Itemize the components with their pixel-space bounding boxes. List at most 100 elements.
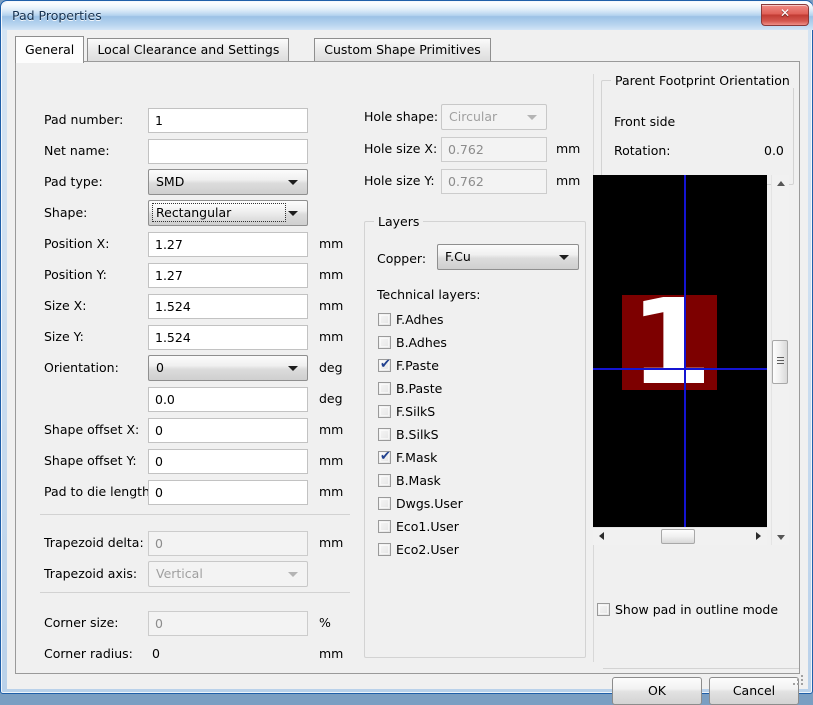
technical-layer-label: B.Mask [396,473,441,488]
arrow-down-icon [777,535,785,540]
scroll-right-button[interactable] [750,528,767,545]
field-unit: mm [319,646,344,661]
checkbox-box [378,336,391,349]
checkbox-box [378,474,391,487]
field-select-value: Rectangular [152,203,286,222]
field-label: Pad number: [44,112,124,127]
field-input[interactable]: 0 [148,480,308,505]
checkbox-box [378,313,391,326]
resize-grip[interactable] [792,674,804,686]
field-select: Vertical [148,561,308,587]
cancel-button[interactable]: Cancel [709,677,799,705]
ok-button[interactable]: OK [612,677,702,705]
footprint-side-value: Front side [614,114,676,129]
technical-layer-label: B.SilkS [396,427,439,442]
field-input[interactable]: 1.524 [148,294,308,319]
vscroll-thumb[interactable] [772,340,788,384]
check-icon: ✔ [380,449,391,464]
show-pad-outline-label: Show pad in outline mode [615,602,779,617]
field-unit: mm [319,484,344,499]
field-label: Orientation: [44,360,119,375]
layers-group: Layers Copper: F.Cu Technical layers: F.… [364,214,586,658]
field-unit: mm [319,453,344,468]
field-input[interactable] [148,139,308,164]
technical-layer-label: F.Paste [396,358,439,373]
check-icon: ✔ [380,357,391,372]
field-input[interactable]: 0 [148,418,308,443]
field-label: Pad to die length: [44,484,155,499]
pad-preview-canvas[interactable]: 1 [593,175,767,545]
close-icon: ✕ [779,6,791,20]
field-label: Position X: [44,236,110,251]
rotation-value: 0.0 [764,143,784,158]
parent-group-title: Parent Footprint Orientation [611,73,794,88]
field-unit: mm [319,236,344,251]
field-select[interactable]: Rectangular [148,200,308,226]
technical-layer-label: F.SilkS [396,404,436,419]
hole-field-unit: mm [556,173,581,188]
scroll-down-button[interactable] [772,528,789,545]
field-select[interactable]: 0 [148,355,308,381]
field-input[interactable]: 1.27 [148,232,308,257]
field-input[interactable]: 1.524 [148,325,308,350]
hole-field-label: Hole size X: [364,141,438,156]
tab-strip: General Local Clearance and Settings Custo… [15,36,800,63]
field-input[interactable]: 1 [148,108,308,133]
rotation-label: Rotation: [614,143,671,158]
pad-number-overlay: 1 [629,273,712,411]
technical-layer-label: F.Adhes [396,312,444,327]
footer-divider [603,668,799,669]
parent-footprint-orientation-group: Parent Footprint Orientation Front side … [601,73,794,185]
checkbox-box [378,405,391,418]
arrow-up-icon [777,181,785,186]
layers-group-title: Layers [374,214,424,229]
field-input[interactable]: 1.27 [148,263,308,288]
grip-icon [777,357,784,366]
preview-vscrollbar[interactable] [771,175,789,545]
technical-layer-label: B.Adhes [396,335,447,350]
crosshair-horizontal [593,368,767,370]
hole-field-unit: mm [556,141,581,156]
hole-field-label: Hole shape: [364,109,439,124]
checkbox-box [378,497,391,510]
arrow-left-icon [599,532,604,540]
scroll-left-button[interactable] [593,528,610,545]
field-select-value: Vertical [156,566,203,581]
field-static-value: 0 [152,646,160,661]
field-label: Shape offset X: [44,422,140,437]
hole-field-label: Hole size Y: [364,173,435,188]
field-group-separator [40,514,350,515]
tab-local-clearance-and-settings[interactable]: Local Clearance and Settings [87,38,290,62]
tab-label: General [25,42,75,57]
field-input[interactable]: 0 [148,449,308,474]
copper-layer-select[interactable]: F.Cu [437,244,579,270]
hole-shape-select: Circular [441,104,547,130]
field-select-value: SMD [156,174,185,189]
hscroll-thumb[interactable] [661,529,695,544]
field-unit: deg [319,360,343,375]
dialog-client-area: General Local Clearance and Settings Custo… [7,30,808,705]
tab-general[interactable]: General [15,36,85,63]
crosshair-vertical [684,175,686,545]
field-unit: mm [319,329,344,344]
title-bar[interactable]: Pad Properties ✕ [2,2,813,30]
field-unit: % [319,615,331,630]
field-input: 0 [148,531,308,556]
tab-custom-shape-primitives[interactable]: Custom Shape Primitives [314,38,491,62]
preview-hscrollbar[interactable] [593,527,767,545]
field-unit: mm [319,298,344,313]
tab-label: Local Clearance and Settings [97,42,280,57]
close-button[interactable]: ✕ [761,4,809,26]
technical-layer-label: Eco1.User [396,519,459,534]
hole-field-input: 0.762 [441,169,547,194]
technical-layer-label: Eco2.User [396,542,459,557]
dialog-window: Pad Properties ✕ General Local Clearance … [0,0,813,705]
checkbox-box [378,382,391,395]
chevron-down-icon [559,255,569,260]
field-select[interactable]: SMD [148,169,308,195]
chevron-down-icon [288,366,298,371]
field-input[interactable]: 0.0 [148,387,308,412]
scroll-up-button[interactable] [772,175,789,192]
field-unit: mm [319,422,344,437]
checkbox-box: ✔ [378,449,391,464]
